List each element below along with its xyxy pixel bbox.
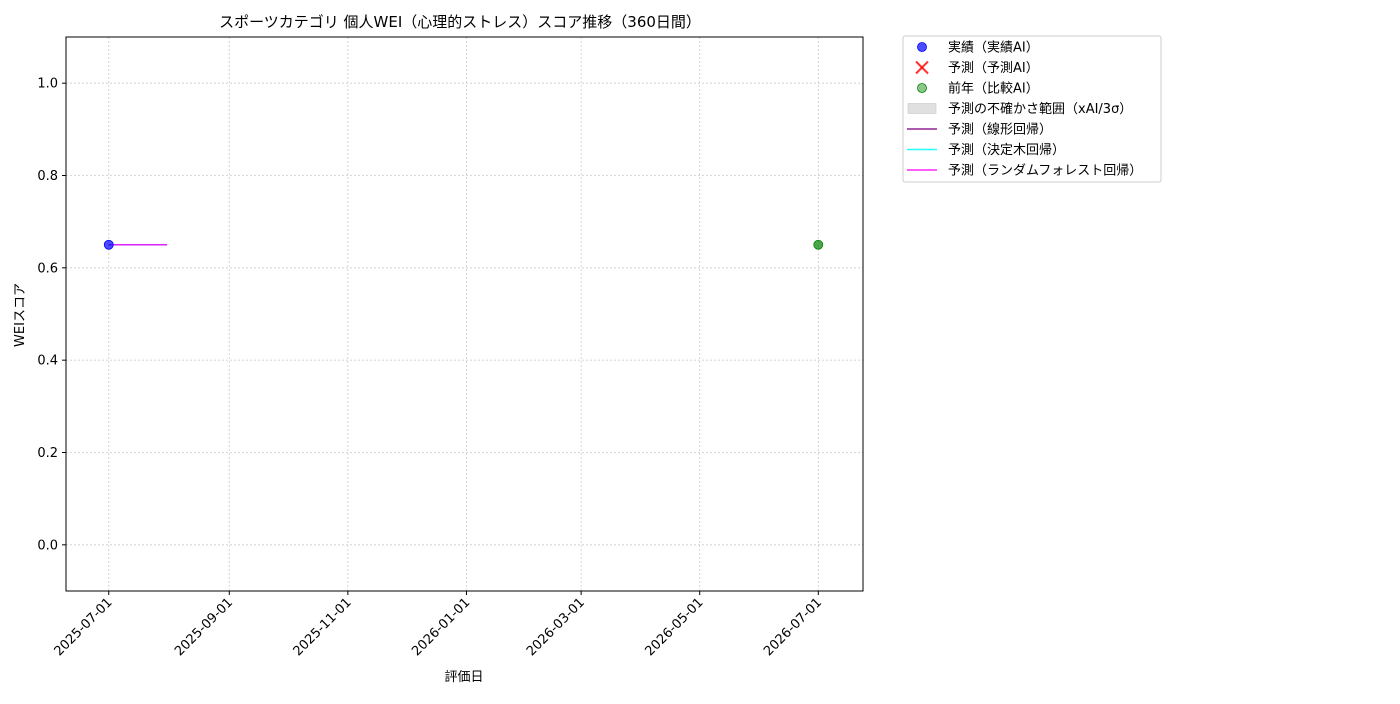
x-tick-label: 2026-03-01 <box>524 595 588 659</box>
y-tick-label: 1.0 <box>37 77 58 92</box>
legend-label: 予測（予測AI） <box>948 61 1039 76</box>
x-tick-label: 2025-09-01 <box>172 595 236 659</box>
x-axis: 2025-07-01 2025-09-01 2025-11-01 2026-01-01… <box>52 591 825 659</box>
legend-label: 実績（実績AI） <box>948 40 1039 56</box>
x-tick-label: 2026-01-01 <box>409 595 473 659</box>
legend-swatch <box>917 42 927 52</box>
data-point <box>813 239 824 250</box>
legend-swatch <box>917 83 927 93</box>
chart-svg: スポーツカテゴリ 個人WEI（心理的ストレス）スコア推移（360日間） 0.00… <box>13 13 1162 685</box>
x-tick-label: 2025-07-01 <box>52 595 116 659</box>
x-axis-label: 評価日 <box>444 670 483 685</box>
plot-frame <box>65 36 864 592</box>
y-tick-label: 0.8 <box>37 169 58 184</box>
data-point <box>103 239 114 250</box>
legend-label: 予測（ランダムフォレスト回帰） <box>948 163 1142 179</box>
y-axis: 0.0 0.2 0.4 0.6 0.8 1.0 <box>37 77 66 553</box>
y-tick-label: 0.0 <box>37 538 58 553</box>
chart-title: スポーツカテゴリ 個人WEI（心理的ストレス）スコア推移（360日間） <box>219 13 701 31</box>
legend-label: 予測（決定木回帰） <box>948 142 1065 158</box>
y-tick-label: 0.4 <box>37 354 58 369</box>
x-tick-label: 2026-07-01 <box>761 595 825 659</box>
y-tick-label: 0.2 <box>37 446 58 461</box>
x-tick-label: 2025-11-01 <box>291 595 355 659</box>
legend-label: 予測（線形回帰） <box>948 122 1052 138</box>
legend-label: 予測の不確かさ範囲（xAI/3σ） <box>948 101 1132 117</box>
legend-label: 前年（比較AI） <box>948 81 1039 97</box>
y-tick-label: 0.6 <box>37 261 58 276</box>
y-axis-label: WEIスコア <box>13 283 28 347</box>
legend: 実績（実績AI） 予測（予測AI） 前年（比較AI） 予測の不確かさ範囲（xAI/3σ… <box>902 35 1162 183</box>
chart: スポーツカテゴリ 個人WEI（心理的ストレス）スコア推移（360日間） 0.0 0… <box>0 0 1400 700</box>
plot-series <box>103 239 824 250</box>
legend-swatch <box>907 103 937 114</box>
x-tick-label: 2026-05-01 <box>643 595 707 659</box>
grid <box>66 37 863 591</box>
